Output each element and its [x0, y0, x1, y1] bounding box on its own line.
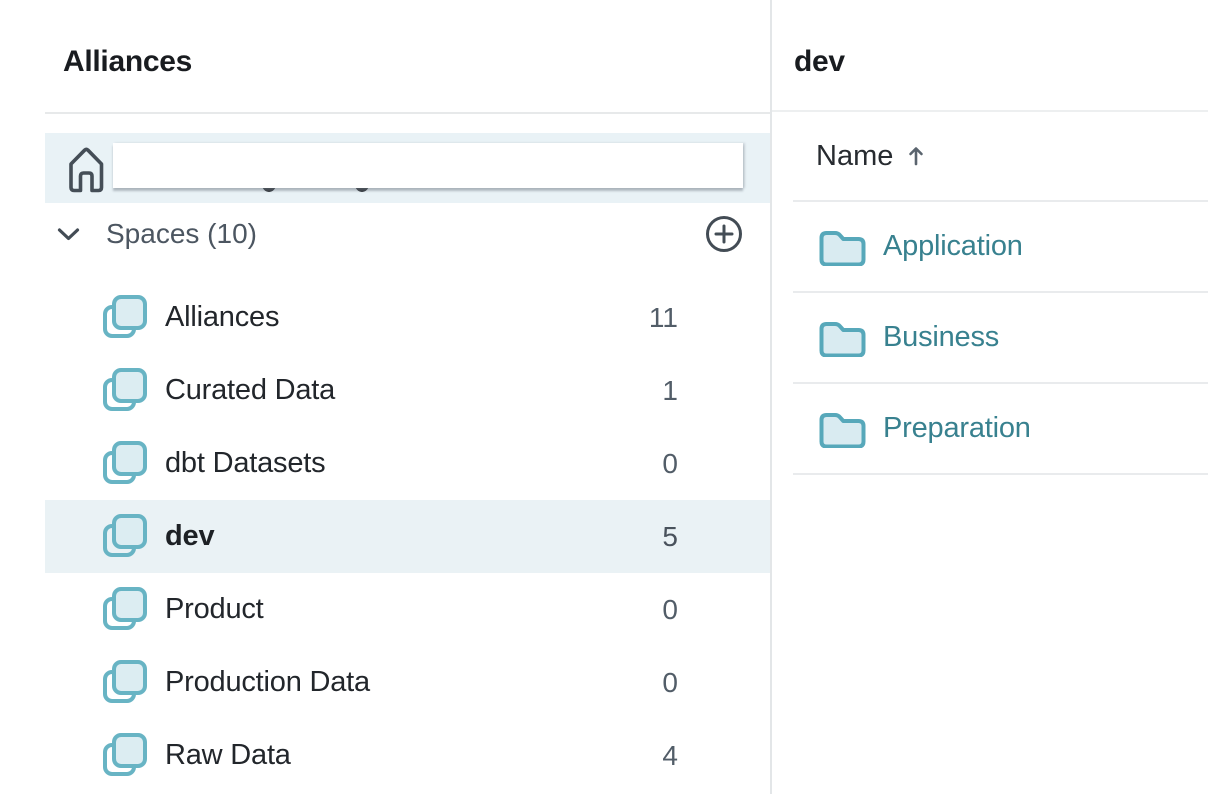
folder-icon [819, 319, 866, 357]
sidebar-item-curated-data[interactable]: Curated Data 1 [45, 354, 770, 427]
sidebar-item-production-data[interactable]: Production Data 0 [45, 646, 770, 719]
sidebar-item-dev[interactable]: dev 5 [45, 500, 770, 573]
space-icon [102, 294, 147, 341]
space-icon [102, 367, 147, 414]
plus-circle-icon[interactable] [704, 214, 744, 254]
space-icon [102, 586, 147, 633]
space-count: 11 [636, 302, 678, 334]
space-icon [102, 659, 147, 706]
table-header: Name [772, 112, 1208, 200]
table-row-application[interactable]: Application [793, 202, 1208, 293]
space-label: dev [165, 520, 214, 553]
space-list: Alliances 11 Curated Data 1 [0, 281, 770, 792]
space-label: dbt Datasets [165, 447, 325, 480]
space-label: Raw Data [165, 739, 291, 772]
spaces-section-header: Spaces (10) [45, 213, 770, 255]
sidebar-item-dbt-datasets[interactable]: dbt Datasets 0 [45, 427, 770, 500]
sidebar-item-alliances[interactable]: Alliances 11 [45, 281, 770, 354]
spaces-section-label[interactable]: Spaces (10) [106, 218, 257, 250]
space-count: 1 [636, 375, 678, 407]
space-count: 0 [636, 448, 678, 480]
folder-link[interactable]: Business [883, 321, 999, 354]
space-label: Curated Data [165, 374, 335, 407]
space-label: Product [165, 593, 264, 626]
home-row[interactable] [45, 133, 770, 203]
sort-ascending-icon[interactable] [907, 145, 925, 167]
space-count: 0 [636, 594, 678, 626]
table-row-business[interactable]: Business [793, 293, 1208, 384]
space-icon [102, 732, 147, 779]
space-content-panel: dev Name Application [772, 0, 1208, 794]
app-window: Alliances Spaces (10) [0, 0, 1208, 794]
spaces-sidebar: Alliances Spaces (10) [0, 0, 772, 794]
space-icon [102, 440, 147, 487]
folder-link[interactable]: Application [883, 230, 1023, 263]
folder-link[interactable]: Preparation [883, 412, 1031, 445]
space-label: Production Data [165, 666, 370, 699]
space-count: 0 [636, 667, 678, 699]
chevron-down-icon[interactable] [57, 227, 80, 242]
page-title: dev [794, 45, 1208, 85]
space-count: 5 [636, 521, 678, 553]
home-icon [66, 143, 107, 194]
table-row-preparation[interactable]: Preparation [793, 384, 1208, 475]
redaction-overlay [113, 143, 743, 188]
sidebar-item-product[interactable]: Product 0 [45, 573, 770, 646]
divider [45, 112, 770, 114]
space-label: Alliances [165, 301, 279, 334]
folder-icon [819, 410, 866, 448]
space-count: 4 [636, 740, 678, 772]
sidebar-title: Alliances [63, 45, 770, 85]
space-icon [102, 513, 147, 560]
folder-icon [819, 228, 866, 266]
sidebar-item-raw-data[interactable]: Raw Data 4 [45, 719, 770, 792]
name-column-header[interactable]: Name [816, 140, 893, 173]
